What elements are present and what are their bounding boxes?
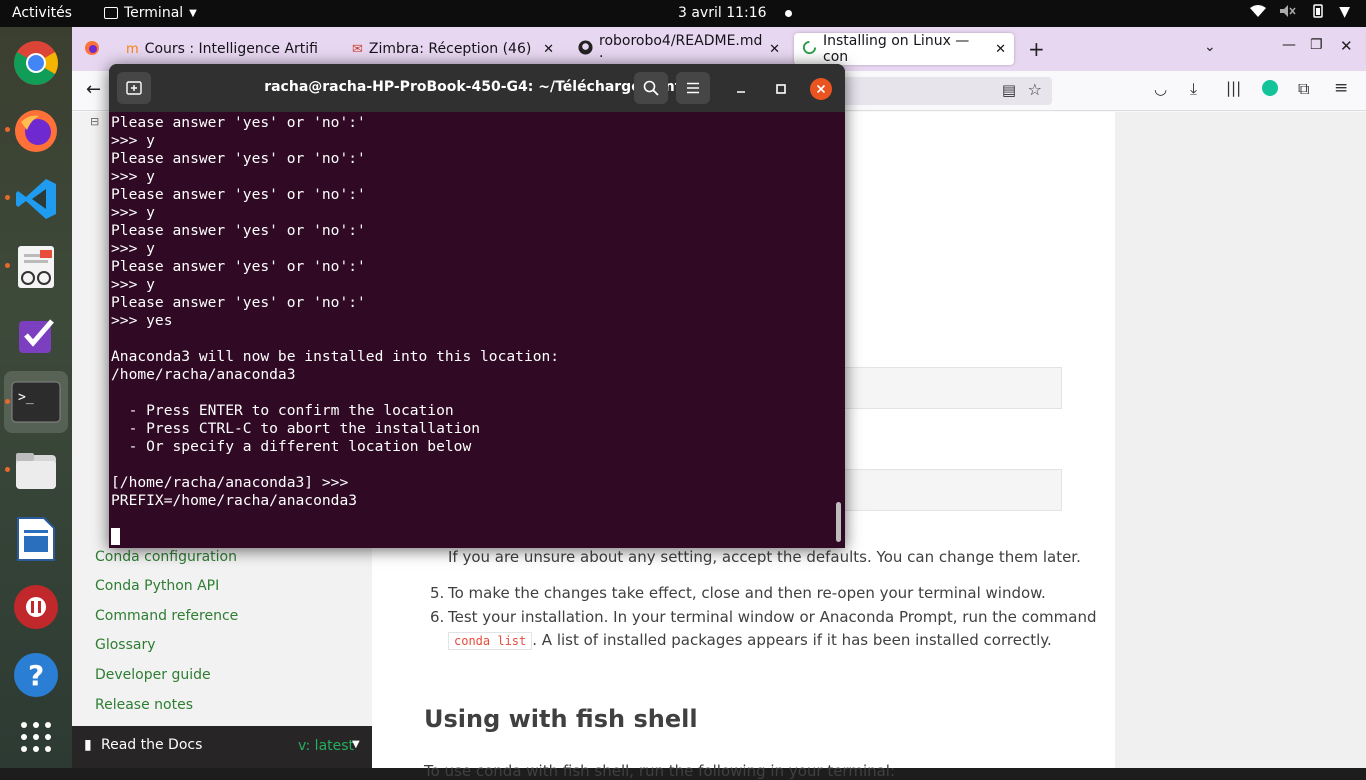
sidebar-link-developer-guide[interactable]: Developer guide <box>95 667 211 683</box>
app-grid-icon[interactable] <box>10 711 62 763</box>
chrome-icon[interactable] <box>10 37 62 89</box>
sidebar-link-conda-configuration[interactable]: Conda configuration <box>95 549 237 565</box>
tab-installing-linux[interactable]: Installing on Linux — con ✕ <box>794 33 1014 65</box>
bookmark-star-icon[interactable]: ☆ <box>1028 80 1042 99</box>
system-tray[interactable]: ▼ <box>1249 4 1350 22</box>
page-margin <box>1115 112 1366 768</box>
github-icon <box>578 39 593 59</box>
running-indicator <box>5 195 10 200</box>
close-icon[interactable]: ✕ <box>995 42 1006 57</box>
tab-cours[interactable]: m Cours : Intelligence Artifi <box>118 33 338 65</box>
conda-list-code: conda list <box>448 632 533 650</box>
menu-icon[interactable]: ≡ <box>1334 78 1348 98</box>
clock[interactable]: 3 avril 11:16 <box>678 5 792 21</box>
help-icon[interactable]: ? <box>10 649 62 701</box>
loading-icon <box>802 40 817 59</box>
top-bar: Activités Terminal ▼ 3 avril 11:16 ▼ <box>0 0 1366 27</box>
disk-icon[interactable] <box>10 581 62 633</box>
hamburger-menu-icon[interactable] <box>676 72 710 104</box>
reader-view-icon[interactable]: ▤ <box>1002 81 1016 99</box>
sidebar-link-command-reference[interactable]: Command reference <box>95 608 238 624</box>
list-tabs-icon[interactable]: ⌄ <box>1204 39 1216 55</box>
minimize-button[interactable]: — <box>1282 37 1296 53</box>
files-icon[interactable] <box>5 445 62 497</box>
maximize-button[interactable] <box>770 78 792 100</box>
defaults-note: If you are unsure about any setting, acc… <box>448 548 1081 566</box>
power-menu-icon: ▼ <box>1339 4 1350 20</box>
app-menu-label: Terminal <box>124 5 184 21</box>
running-indicator <box>5 263 10 268</box>
search-icon[interactable] <box>634 72 668 104</box>
read-the-docs-badge[interactable]: ▮ Read the Docs v: latest ▼ <box>72 726 372 768</box>
document-viewer-icon[interactable] <box>5 241 62 293</box>
battery-icon <box>1309 4 1327 22</box>
caret-down-icon: ▼ <box>189 7 197 19</box>
fish-intro-text: To use conda with fish shell, run the fo… <box>424 762 896 780</box>
step-six-line2: conda list. A list of installed packages… <box>448 631 1052 650</box>
list-number: 5. <box>430 584 445 602</box>
dock: >_ ? <box>0 27 72 768</box>
firefox-icon[interactable] <box>5 105 62 157</box>
svg-text:?: ? <box>28 659 44 692</box>
writer-icon[interactable] <box>10 513 62 565</box>
vscode-icon[interactable] <box>5 173 62 225</box>
app-menu[interactable]: Terminal ▼ <box>104 5 197 21</box>
restore-button[interactable]: ❐ <box>1310 37 1323 53</box>
text-cursor <box>111 528 120 545</box>
step-six-text: Test your installation. In your terminal… <box>448 608 1097 626</box>
step-five-text: To make the changes take effect, close a… <box>448 584 1046 602</box>
terminal-output[interactable]: Please answer 'yes' or 'no':' >>> y Plea… <box>111 114 831 544</box>
grammarly-icon[interactable] <box>1262 80 1278 96</box>
firefox-view-icon[interactable] <box>84 40 100 60</box>
tab-zimbra[interactable]: ✉ Zimbra: Réception (46) ✕ <box>344 33 562 65</box>
clock-text: 3 avril 11:16 <box>678 5 767 21</box>
minimize-button[interactable] <box>730 78 752 100</box>
fish-shell-heading: Using with fish shell <box>424 705 698 733</box>
tab-label: Installing on Linux — con <box>823 33 970 65</box>
terminal-small-icon <box>104 7 118 19</box>
tab-label: Zimbra: Réception (46) <box>368 41 532 57</box>
running-indicator <box>5 467 10 472</box>
extensions-icon[interactable]: ⧉ <box>1298 79 1309 99</box>
list-number: 6. <box>430 608 445 626</box>
close-icon[interactable]: ✕ <box>543 42 554 57</box>
close-icon[interactable]: ✕ <box>769 42 780 57</box>
collapse-icon[interactable]: ⊟ <box>90 115 99 128</box>
close-button[interactable] <box>810 78 832 100</box>
new-tab-button[interactable]: + <box>1028 37 1045 61</box>
sidebar-link-glossary[interactable]: Glossary <box>95 637 156 653</box>
rtd-label: Read the Docs <box>101 737 203 753</box>
terminal-window[interactable]: racha@racha-HP-ProBook-450-G4: ~/Télécha… <box>109 64 845 548</box>
moodle-icon: m <box>126 41 139 57</box>
activities-button[interactable]: Activités <box>12 5 72 21</box>
zimbra-icon: ✉ <box>352 41 363 57</box>
tasks-icon[interactable] <box>10 309 62 361</box>
caret-down-icon: ▼ <box>352 739 360 750</box>
tab-label: Cours : Intelligence Artifi <box>144 41 318 57</box>
terminal-icon[interactable]: >_ <box>4 371 68 433</box>
book-icon: ▮ <box>84 737 92 753</box>
downloads-icon[interactable]: ⤓ <box>1190 79 1197 99</box>
step-six-text-tail: . A list of installed packages appears i… <box>532 631 1052 649</box>
pocket-icon[interactable]: ◡ <box>1154 80 1167 98</box>
svg-text:>_: >_ <box>18 390 34 405</box>
back-button[interactable]: ← <box>86 79 101 100</box>
rtd-version: v: latest <box>298 738 355 754</box>
tab-label: roborobo4/README.md · <box>599 33 763 65</box>
close-window-button[interactable]: ✕ <box>1340 37 1353 55</box>
sidebar-link-conda-python-api[interactable]: Conda Python API <box>95 578 219 594</box>
sidebar-link-release-notes[interactable]: Release notes <box>95 697 193 713</box>
volume-icon <box>1279 4 1297 22</box>
scrollbar[interactable] <box>836 502 841 542</box>
tab-github[interactable]: roborobo4/README.md · ✕ <box>570 33 788 65</box>
wifi-icon <box>1249 4 1267 22</box>
running-indicator <box>5 127 10 132</box>
running-indicator <box>5 399 10 404</box>
terminal-headerbar[interactable]: racha@racha-HP-ProBook-450-G4: ~/Télécha… <box>109 64 845 112</box>
library-icon[interactable]: ||| <box>1226 79 1241 97</box>
notification-dot-icon <box>784 9 792 17</box>
